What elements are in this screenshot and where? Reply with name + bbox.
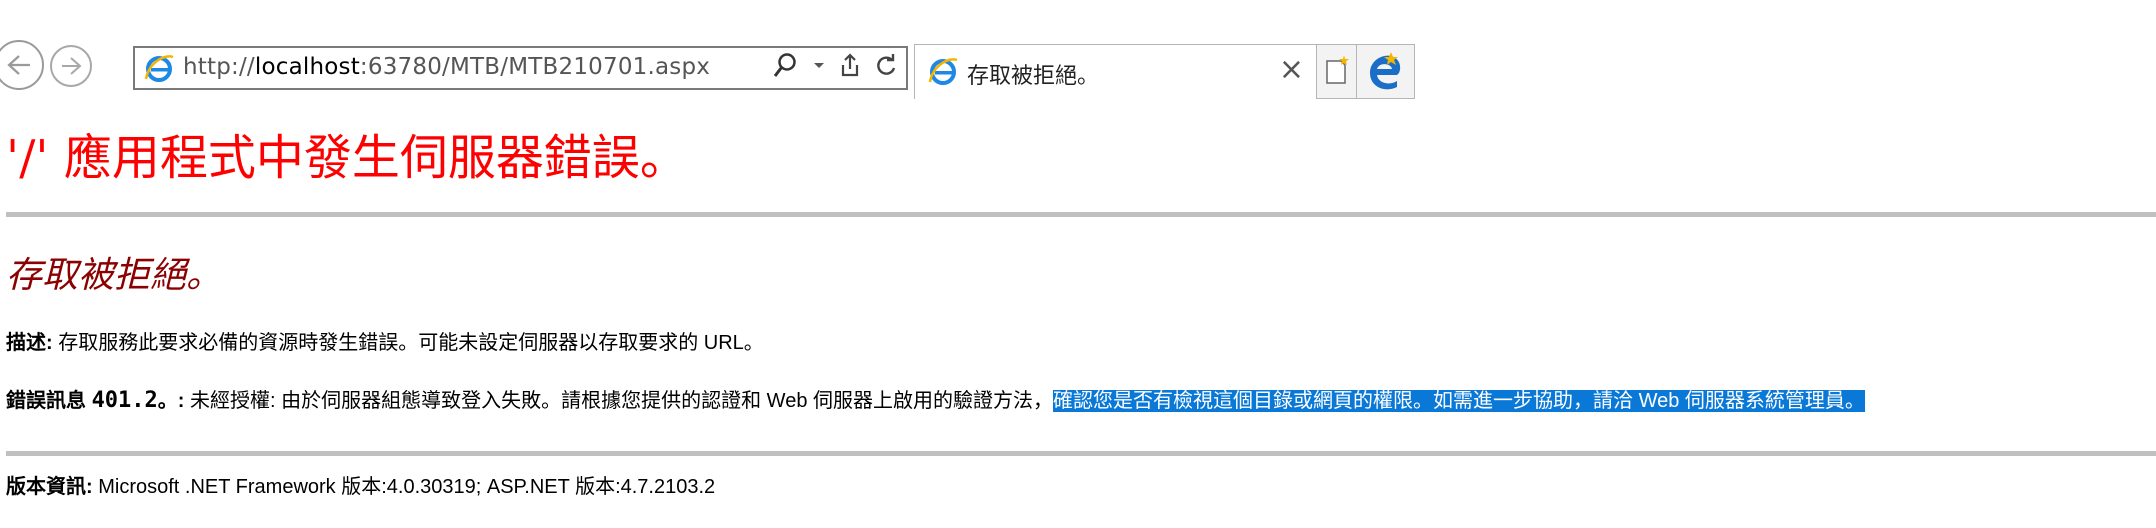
error-suffix: 。: <box>157 390 191 412</box>
url-prefix: http:// <box>183 54 255 80</box>
address-bar-actions <box>772 51 898 81</box>
version-text: Microsoft .NET Framework 版本:4.0.30319; A… <box>92 476 716 498</box>
version-label: 版本資訊: <box>6 476 93 498</box>
version-line: 版本資訊: Microsoft .NET Framework 版本:4.0.30… <box>6 472 715 502</box>
open-in-edge-button[interactable] <box>1357 44 1415 99</box>
error-title: 存取被拒絕。 <box>6 255 223 296</box>
error-selected-text[interactable]: 確認您是否有檢視這個目錄或網頁的權限。如需進一步協助，請洽 Web 伺服器系統管… <box>1053 390 1865 412</box>
error-text: 未經授權: 由於伺服器組態導致登入失敗。請根據您提供的認證和 Web 伺服器上啟… <box>190 390 1054 412</box>
tab-close-button[interactable]: × <box>1279 53 1304 87</box>
url-text[interactable]: http://localhost:63780/MTB/MTB210701.asp… <box>183 54 710 80</box>
edge-logo-icon <box>1370 52 1401 90</box>
refresh-icon[interactable] <box>874 51 898 81</box>
back-arrow-icon <box>7 55 30 75</box>
description-line: 描述: 存取服務此要求必備的資源時發生錯誤。可能未設定伺服器以存取要求的 URL… <box>6 328 764 358</box>
search-icon[interactable] <box>772 51 800 81</box>
description-label: 描述: <box>6 332 53 354</box>
error-code: 401.2 <box>91 388 158 413</box>
description-text: 存取服務此要求必備的資源時發生錯誤。可能未設定伺服器以存取要求的 URL。 <box>52 332 764 354</box>
url-host: localhost <box>254 54 360 80</box>
forward-arrow-icon <box>62 57 82 75</box>
tab-title: 存取被拒絕。 <box>967 64 1100 89</box>
back-button[interactable] <box>0 40 44 90</box>
divider-bottom <box>6 451 2156 456</box>
chevron-down-icon[interactable] <box>812 51 826 81</box>
url-path: :63780/MTB/MTB210701.aspx <box>359 54 711 80</box>
tab-active[interactable]: 存取被拒絕。 × <box>914 44 1317 99</box>
new-tab-icon <box>1326 55 1349 84</box>
browser-toolbar: http://localhost:63780/MTB/MTB210701.asp… <box>0 0 2156 100</box>
error-label: 錯誤訊息 <box>6 390 92 412</box>
page-title: '/' 應用程式中發生伺服器錯誤。 <box>6 130 688 186</box>
ie-logo-icon <box>144 55 174 82</box>
address-bar[interactable]: http://localhost:63780/MTB/MTB210701.asp… <box>133 46 908 90</box>
error-message-line: 錯誤訊息 401.2。: 未經授權: 由於伺服器組態導致登入失敗。請根據您提供的… <box>6 386 1865 416</box>
divider-top <box>6 212 2156 217</box>
tab-ie-logo-icon <box>928 58 958 85</box>
forward-button[interactable] <box>50 45 92 87</box>
share-icon[interactable] <box>838 51 862 81</box>
new-tab-button[interactable] <box>1317 44 1357 99</box>
